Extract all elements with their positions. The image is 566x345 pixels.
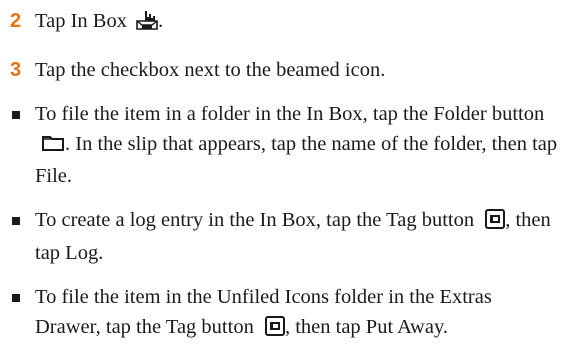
step-number: 2 xyxy=(10,10,22,32)
folder-icon xyxy=(41,131,65,161)
bullet-item-file-folder: To file the item in a folder in the In B… xyxy=(10,99,560,191)
instruction-page: 2 Tap In Box . 3 Tap the checkbox next t… xyxy=(10,6,560,345)
step-text: Tap In Box xyxy=(35,10,127,32)
step-3: 3 Tap the checkbox next to the beamed ic… xyxy=(10,55,560,85)
step-number: 3 xyxy=(10,59,22,81)
bullet-text: To file the item in a folder in the In B… xyxy=(35,103,545,125)
bullet-square-icon xyxy=(12,294,20,302)
tag-icon xyxy=(485,208,506,238)
tag-icon xyxy=(264,315,285,345)
in-box-icon xyxy=(136,9,158,39)
bullet-text-end: . In the slip that appears, tap the name… xyxy=(35,133,558,187)
step-text-end: . xyxy=(158,10,164,32)
step-2: 2 Tap In Box . xyxy=(10,6,560,39)
bullet-item-put-away: To file the item in the Unfiled Icons fo… xyxy=(10,282,560,345)
bullet-text-end: , then tap Put Away. xyxy=(284,316,449,338)
bullet-item-log-entry: To create a log entry in the In Box, tap… xyxy=(10,205,560,268)
bullet-text: To create a log entry in the In Box, tap… xyxy=(35,209,475,231)
bullet-square-icon xyxy=(12,111,20,119)
step-text: Tap the checkbox next to the beamed icon… xyxy=(35,59,386,81)
bullet-square-icon xyxy=(12,217,20,225)
